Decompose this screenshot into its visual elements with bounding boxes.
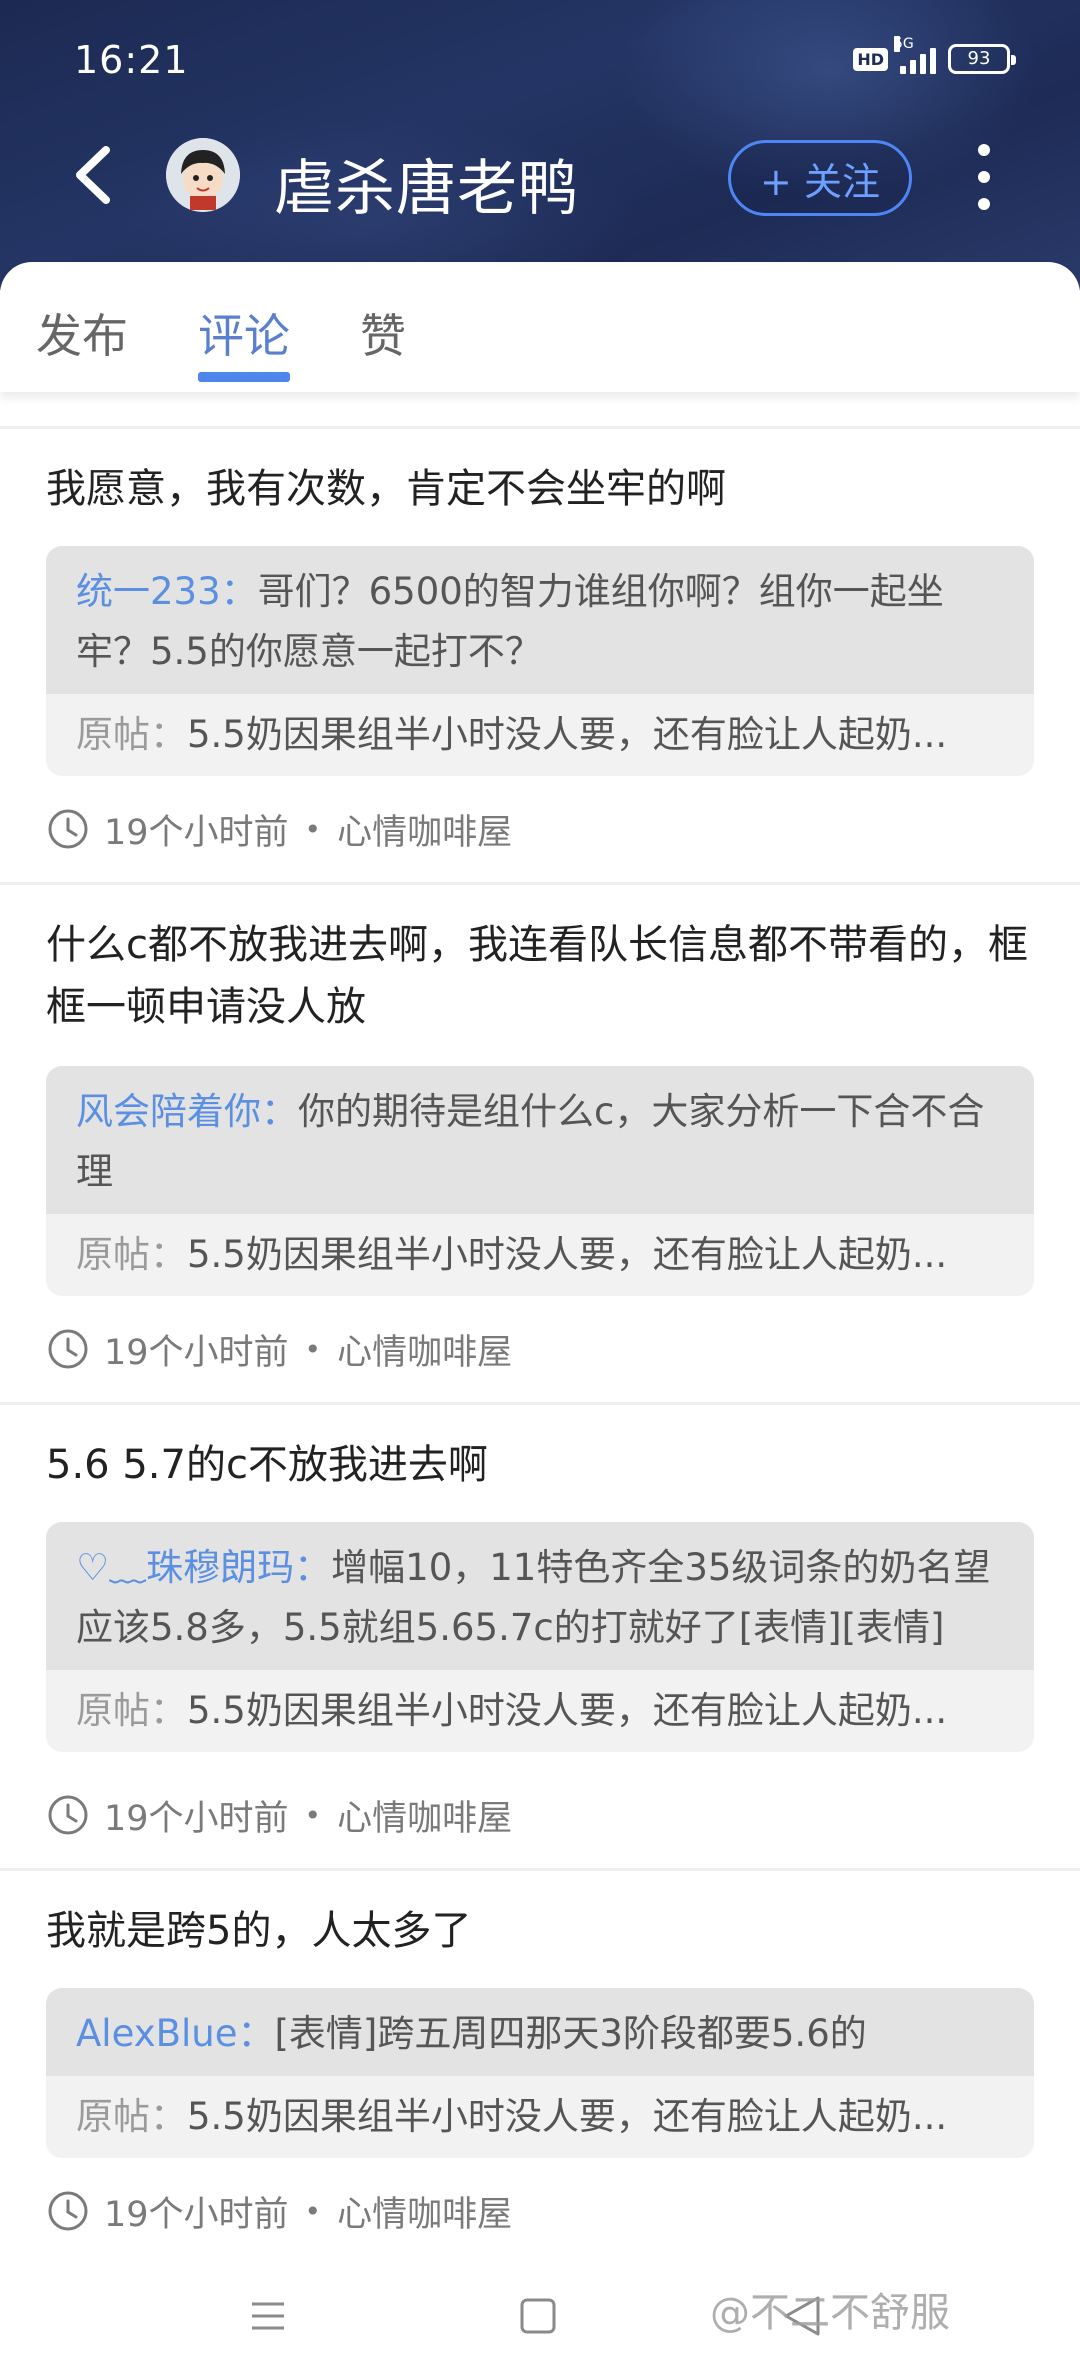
- separator-dot: •: [304, 812, 322, 846]
- quote-content: 统一233：哥们？6500的智力谁组你啊？组你一起坐牢？5.5的你愿意一起打不？: [46, 546, 1034, 694]
- more-icon-dot: [978, 198, 990, 210]
- original-post-text: 5.5奶因果组半小时没人要，还有脸让人起奶...: [187, 1689, 948, 1732]
- original-post-label: 原帖：: [76, 2095, 187, 2138]
- status-time: 16:21: [74, 38, 189, 82]
- status-icons: HD 5G 93: [853, 36, 1016, 74]
- separator-dot: •: [304, 1332, 322, 1366]
- forum-name[interactable]: 心情咖啡屋: [337, 804, 512, 855]
- original-post-text: 5.5奶因果组半小时没人要，还有脸让人起奶...: [187, 2095, 948, 2138]
- comment-meta: 19个小时前 • 心情咖啡屋: [46, 1790, 512, 1840]
- original-post[interactable]: 原帖：5.5奶因果组半小时没人要，还有脸让人起奶...: [46, 1670, 1034, 1752]
- quote-text: [表情]跨五周四那天3阶段都要5.6的: [274, 2012, 867, 2055]
- forum-name[interactable]: 心情咖啡屋: [337, 1324, 512, 1375]
- original-post-text: 5.5奶因果组半小时没人要，还有脸让人起奶...: [187, 1233, 948, 1276]
- tab-publish[interactable]: 发布: [36, 300, 128, 366]
- tab-bar: 发布 评论 赞: [0, 262, 1080, 392]
- clock-icon: [48, 2191, 88, 2231]
- divider: [0, 1402, 1080, 1405]
- original-post[interactable]: 原帖：5.5奶因果组半小时没人要，还有脸让人起奶...: [46, 1214, 1034, 1296]
- clock-icon: [48, 809, 88, 849]
- quote-content: ♡﹏珠穆朗玛：增幅10，11特色齐全35级词条的奶名望应该5.8多，5.5就组5…: [46, 1522, 1034, 1670]
- forum-name[interactable]: 心情咖啡屋: [337, 1790, 512, 1841]
- quote-author[interactable]: 统一233：: [76, 570, 258, 613]
- quoted-reply[interactable]: 统一233：哥们？6500的智力谁组你啊？组你一起坐牢？5.5的你愿意一起打不？…: [46, 546, 1034, 776]
- profile-header: 16:21 HD 5G 93 虐杀唐老鸭 + 关注: [0, 0, 1080, 290]
- tab-likes[interactable]: 赞: [360, 300, 406, 366]
- more-icon-dot: [978, 171, 990, 183]
- home-icon[interactable]: [518, 2296, 558, 2336]
- comment-meta: 19个小时前 • 心情咖啡屋: [46, 1324, 512, 1374]
- watermark: @不二不舒服: [710, 2290, 950, 2336]
- comment-time: 19个小时前: [104, 1332, 289, 1373]
- original-post-label: 原帖：: [76, 1689, 187, 1732]
- comment-text[interactable]: 什么c都不放我进去啊，我连看队长信息都不带看的，框框一顿申请没人放: [46, 914, 1036, 1038]
- follow-button[interactable]: + 关注: [728, 140, 912, 216]
- divider: [0, 1868, 1080, 1871]
- back-icon: [76, 146, 110, 204]
- quoted-reply[interactable]: 风会陪着你：你的期待是组什么c，大家分析一下合不合理 原帖：5.5奶因果组半小时…: [46, 1066, 1034, 1296]
- comment-text[interactable]: 我就是跨5的，人太多了: [46, 1900, 1036, 1962]
- quote-content: 风会陪着你：你的期待是组什么c，大家分析一下合不合理: [46, 1066, 1034, 1214]
- comment-meta: 19个小时前 • 心情咖啡屋: [46, 2186, 512, 2236]
- divider: [0, 882, 1080, 885]
- menu-icon[interactable]: [248, 2296, 288, 2336]
- separator-dot: •: [304, 1798, 322, 1832]
- quoted-reply[interactable]: ♡﹏珠穆朗玛：增幅10，11特色齐全35级词条的奶名望应该5.8多，5.5就组5…: [46, 1522, 1034, 1752]
- more-button[interactable]: [972, 144, 996, 210]
- forum-name[interactable]: 心情咖啡屋: [337, 2186, 512, 2237]
- more-icon-dot: [978, 144, 990, 156]
- quote-author[interactable]: ♡﹏珠穆朗玛：: [76, 1546, 331, 1589]
- signal-icon: 5G: [894, 36, 936, 74]
- battery-icon: 93: [948, 44, 1016, 74]
- comment-time: 19个小时前: [104, 812, 289, 853]
- quote-author[interactable]: 风会陪着你：: [76, 1090, 298, 1133]
- hd-icon: HD: [853, 47, 888, 71]
- profile-username: 虐杀唐老鸭: [274, 154, 579, 224]
- comment-meta: 19个小时前 • 心情咖啡屋: [46, 804, 512, 854]
- quote-content: AlexBlue：[表情]跨五周四那天3阶段都要5.6的: [46, 1988, 1034, 2076]
- comment-time: 19个小时前: [104, 1798, 289, 1839]
- tab-comments[interactable]: 评论: [198, 300, 290, 366]
- original-post-label: 原帖：: [76, 713, 187, 756]
- comment-text[interactable]: 5.6 5.7的c不放我进去啊: [46, 1434, 1036, 1496]
- clock-icon: [48, 1795, 88, 1835]
- clock-icon: [48, 1329, 88, 1369]
- comment-time: 19个小时前: [104, 2194, 289, 2235]
- original-post-label: 原帖：: [76, 1233, 187, 1276]
- quote-author[interactable]: AlexBlue：: [76, 2012, 274, 2055]
- original-post-text: 5.5奶因果组半小时没人要，还有脸让人起奶...: [187, 713, 948, 756]
- original-post[interactable]: 原帖：5.5奶因果组半小时没人要，还有脸让人起奶...: [46, 2076, 1034, 2158]
- avatar[interactable]: [166, 138, 240, 212]
- separator-dot: •: [304, 2194, 322, 2228]
- network-type: 5G: [894, 36, 914, 52]
- divider: [0, 426, 1080, 429]
- active-tab-indicator: [198, 372, 290, 382]
- original-post[interactable]: 原帖：5.5奶因果组半小时没人要，还有脸让人起奶...: [46, 694, 1034, 776]
- quoted-reply[interactable]: AlexBlue：[表情]跨五周四那天3阶段都要5.6的 原帖：5.5奶因果组半…: [46, 1988, 1034, 2158]
- comment-text[interactable]: 我愿意，我有次数，肯定不会坐牢的啊: [46, 458, 1036, 520]
- back-button[interactable]: [64, 140, 124, 210]
